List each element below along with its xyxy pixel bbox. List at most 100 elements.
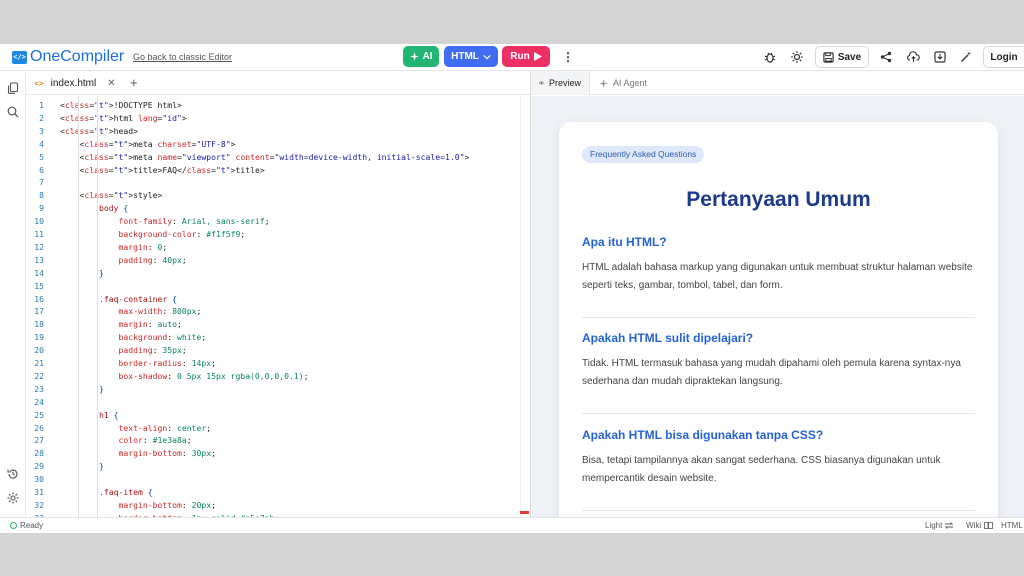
status-language[interactable]: HTML [1001,521,1023,530]
code-line[interactable]: 8 <class="t">style> [26,189,520,202]
theme-label: Light [925,521,943,530]
line-number: 18 [34,319,44,330]
code-line[interactable]: 11 background-color: #f1f5f9; [26,228,520,241]
tab-index-html[interactable]: <> index.html ✕ [34,71,116,95]
code-line[interactable]: 28 margin-bottom: 30px; [26,447,520,460]
settings-gear-icon[interactable] [5,490,21,506]
code-line[interactable]: 20 padding: 35px; [26,344,520,357]
add-file-icon[interactable]: + [130,75,138,90]
code-line[interactable]: 7 [26,176,520,189]
magic-wand-icon[interactable] [958,49,974,65]
theme-icon[interactable] [789,49,805,65]
login-button[interactable]: Login [983,46,1024,68]
editor-scrollbar[interactable] [520,96,530,517]
code-logo-icon: </> [12,50,27,64]
line-number: 25 [34,409,44,420]
line-number: 31 [34,487,44,497]
language-select-label: HTML [451,51,479,62]
faq-separator [582,317,975,318]
ai-sparkle-icon [409,52,419,61]
line-number: 28 [34,448,44,459]
faq-question: Apakah HTML bisa digunakan tanpa CSS? [582,428,824,442]
code-text: .faq-item { [98,487,153,497]
code-line[interactable]: 27 color: #1e3a8a; [26,434,520,447]
theme-toggle[interactable]: Light [925,521,954,530]
code-text: background-color: #f1f5f9; [118,229,246,239]
wiki-label: Wiki [966,521,982,530]
code-line[interactable]: 25 h1 { [26,409,520,422]
code-line[interactable]: 26 text-align: center; [26,422,520,435]
line-number: 14 [34,267,44,278]
code-text: <class="t">style> [60,190,163,201]
tab-ai-agent[interactable]: AI Agent [591,71,655,95]
faq-separator [582,510,975,511]
book-icon [984,522,994,529]
line-number: 29 [34,461,44,472]
code-line[interactable]: 30 [26,473,520,486]
code-line[interactable]: 16 .faq-container { [26,293,520,306]
logo[interactable]: </> OneCompiler [12,48,124,66]
code-line[interactable]: 6 <class="t">title>FAQ</class="t">title> [26,164,520,177]
download-icon[interactable] [932,49,948,65]
code-line[interactable]: 29 } [26,460,520,473]
ai-button[interactable]: AI [403,46,439,67]
faq-answer: HTML adalah bahasa markup yang digunakan… [582,262,973,291]
code-text: <class="t">meta charset="UTF-8"> [60,138,236,149]
files-icon[interactable] [5,80,21,96]
tab-label: index.html [50,77,97,89]
code-line[interactable]: 31 .faq-item { [26,486,520,499]
line-number: 4 [39,138,44,149]
code-line[interactable]: 22 box-shadow: 0 5px 15px rgba(0,0,0,0.1… [26,370,520,383]
line-number: 9 [39,203,44,214]
language-select[interactable]: HTML [444,46,498,67]
more-options-icon[interactable]: ⋮ [562,50,574,64]
wiki-link[interactable]: Wiki [966,521,994,530]
line-number: 8 [39,190,44,201]
code-line[interactable]: 9 body { [26,202,520,215]
save-button-label: Save [837,51,862,63]
save-button[interactable]: Save [815,46,869,68]
line-number: 3 [39,125,44,136]
status-ready: Ready [10,521,43,530]
code-line[interactable]: 17 max-width: 800px; [26,305,520,318]
code-text: <class="t">meta name="viewport" content=… [60,151,470,162]
code-line[interactable]: 13 padding: 40px; [26,254,520,267]
classic-editor-link[interactable]: Go back to classic Editor [133,52,232,62]
code-line[interactable]: 1<class="t">!DOCTYPE html> [26,99,520,112]
code-line[interactable]: 19 background: white; [26,331,520,344]
tab-preview[interactable]: Preview [531,71,590,95]
code-line[interactable]: 14 } [26,267,520,280]
code-text: h1 { [98,409,119,420]
error-marker [520,511,529,514]
history-icon[interactable] [5,466,21,482]
run-button[interactable]: Run [502,46,550,67]
share-icon[interactable] [878,49,894,65]
code-line[interactable]: 15 [26,280,520,293]
code-editor[interactable]: 1<class="t">!DOCTYPE html>2 <class="t">ht… [26,96,520,517]
code-line[interactable]: 32 margin-bottom: 20px; [26,499,520,512]
ready-icon [10,522,17,529]
code-line[interactable]: 12 margin: 0; [26,241,520,254]
faq-title: Pertanyaan Umum [686,188,871,211]
code-line[interactable]: 18 margin: auto; [26,318,520,331]
faq-card: Frequently Asked Questions Pertanyaan Um… [559,122,998,517]
code-line[interactable]: 24 [26,396,520,409]
bug-icon[interactable] [762,49,778,65]
search-icon[interactable] [5,104,21,120]
line-number: 26 [34,422,44,433]
code-line[interactable]: 10 font-family: Arial, sans-serif; [26,215,520,228]
close-icon[interactable]: ✕ [107,78,115,89]
eye-icon [539,81,544,85]
code-line[interactable]: 21 border-radius: 14px; [26,357,520,370]
code-line[interactable]: 4 <class="t">meta charset="UTF-8"> [26,138,520,151]
code-text: font-family: Arial, sans-serif; [118,216,270,227]
code-line[interactable]: 23 } [26,383,520,396]
code-line[interactable]: 2 <class="t">html lang="id"> [26,112,520,125]
code-text: <class="t">title>FAQ</class="t">title> [60,164,265,175]
line-number: 10 [34,216,44,227]
cloud-upload-icon[interactable] [905,49,921,65]
line-number: 5 [39,151,44,162]
code-line[interactable]: 3 <class="t">head> [26,125,520,138]
code-line[interactable]: 5 <class="t">meta name="viewport" conten… [26,151,520,164]
line-number: 1 [39,100,44,110]
